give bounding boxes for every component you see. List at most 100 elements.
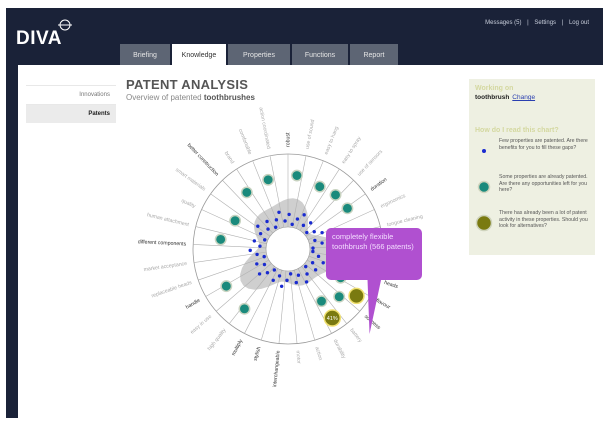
patent-dot-small	[316, 254, 321, 259]
property-label: easy to spray	[341, 135, 363, 165]
patent-dot-small	[302, 213, 306, 217]
small-dot-icon	[482, 149, 486, 153]
patent-dot-medium	[329, 188, 342, 201]
property-label: action	[313, 346, 323, 361]
patent-dot-small	[296, 273, 301, 277]
patent-dot-small	[301, 223, 306, 228]
property-label: durability	[332, 338, 347, 360]
property-label: ergonomics	[380, 193, 407, 210]
content-panel: Innovations Patents PATENT ANALYSIS Over…	[18, 65, 603, 418]
property-label: interchangeable	[272, 350, 281, 387]
property-label: brand	[223, 151, 235, 166]
legend-text-small: Few properties are patented. Are there b…	[499, 138, 588, 151]
property-label: smart materials	[174, 167, 207, 193]
patent-dot-small	[265, 271, 270, 275]
patent-dot-small	[320, 230, 324, 235]
patent-dot-small	[274, 218, 279, 222]
patent-dot-small	[262, 254, 266, 259]
change-link[interactable]: Change	[512, 94, 535, 101]
patent-dot-small	[287, 212, 291, 217]
property-label: motor	[294, 350, 301, 364]
medium-dot-icon	[477, 180, 491, 194]
patent-dot-medium	[229, 214, 242, 227]
chart-inner-ring	[265, 226, 311, 272]
property-label: market acceptance	[143, 261, 187, 273]
patent-dot-medium	[333, 290, 346, 303]
patent-dot-small	[256, 224, 260, 228]
patent-dot-small	[271, 278, 275, 282]
patent-dot-small	[308, 221, 313, 225]
topnav-separator: |	[527, 20, 529, 26]
patent-dot-small	[255, 252, 259, 257]
patent-dot-small	[285, 278, 289, 283]
left-navigation: Innovations Patents	[26, 85, 116, 123]
patent-dot-small	[277, 210, 281, 214]
property-label: action coordinated	[257, 107, 271, 150]
property-label: robust	[285, 132, 291, 147]
patent-dot-small	[279, 284, 284, 288]
patent-dot-medium	[262, 173, 275, 186]
property-label: human attachment	[146, 212, 190, 228]
patent-dot-small	[321, 261, 325, 265]
patent-dot-small	[295, 217, 300, 221]
property-label: better construction	[186, 142, 220, 177]
patent-dot-small	[262, 262, 267, 267]
legend-text-large: There has already been a lot of patent a…	[499, 210, 588, 229]
property-label: handle	[185, 298, 202, 311]
working-on-value: toothbrush Change	[475, 94, 589, 101]
property-label: use of sound	[305, 119, 317, 149]
patent-dot-small	[257, 272, 262, 276]
patent-dot-small	[290, 222, 294, 227]
topnav-separator: |	[561, 20, 564, 26]
property-label: multiply	[231, 338, 245, 357]
bubble-percent-label: 41%	[327, 316, 338, 322]
patent-dot-small	[272, 268, 277, 272]
tab-report[interactable]: Report	[350, 44, 398, 66]
tab-knowledge[interactable]: Knowledge	[172, 44, 226, 67]
working-on-label: Working on	[475, 85, 514, 92]
nav-item-patents[interactable]: Patents	[26, 104, 116, 123]
patent-dot-small	[305, 272, 309, 276]
patent-dot-small	[311, 249, 315, 254]
large-dot-icon	[475, 214, 493, 232]
patent-dot-small	[313, 238, 317, 243]
property-label: high quality	[207, 327, 228, 352]
legend-heading: How do I read this chart?	[475, 127, 559, 134]
patent-dot-small	[288, 272, 293, 276]
tab-functions[interactable]: Functions	[292, 44, 348, 66]
settings-link[interactable]: Settings	[534, 20, 556, 26]
app-logo[interactable]: DIVA	[16, 28, 62, 50]
patent-dot-small	[277, 274, 282, 278]
tab-properties[interactable]: Properties	[228, 44, 290, 66]
property-label: easy in use	[189, 314, 213, 336]
patent-dot-small	[252, 239, 257, 243]
nav-item-innovations[interactable]: Innovations	[26, 85, 116, 104]
patent-dot-small	[313, 268, 318, 272]
property-label: heads	[383, 280, 399, 290]
property-label: use of sensors	[356, 149, 384, 178]
property-label: duration	[370, 177, 389, 193]
patent-dot-small	[304, 264, 308, 269]
page-title: PATENT ANALYSIS	[126, 77, 249, 92]
legend-item-large: There has already been a lot of patent a…	[475, 210, 589, 246]
logout-link[interactable]: Log out	[569, 20, 589, 26]
patent-dot-small	[294, 280, 298, 285]
property-label: replaceable heads	[151, 280, 193, 300]
property-label: comfortable	[237, 128, 253, 155]
tab-briefing[interactable]: Briefing	[120, 44, 170, 66]
patent-dot-small	[258, 244, 262, 248]
working-on-panel: Working on toothbrush Change	[469, 79, 595, 127]
property-label: battery	[348, 328, 363, 344]
patent-dot-medium	[214, 233, 227, 246]
patent-dot-small	[305, 230, 309, 235]
working-on-product: toothbrush	[475, 94, 510, 101]
patent-dot-small	[320, 241, 324, 245]
patent-dot-small	[248, 248, 252, 253]
patent-dot-medium	[220, 280, 233, 293]
patent-dot-small	[265, 219, 269, 224]
patent-dot-small	[266, 227, 270, 231]
app-window: DIVA Messages (5) | Settings | Log out B…	[6, 8, 603, 418]
patent-dot-medium	[341, 202, 354, 215]
messages-link[interactable]: Messages (5)	[485, 20, 521, 26]
patent-dot-small	[312, 230, 316, 234]
